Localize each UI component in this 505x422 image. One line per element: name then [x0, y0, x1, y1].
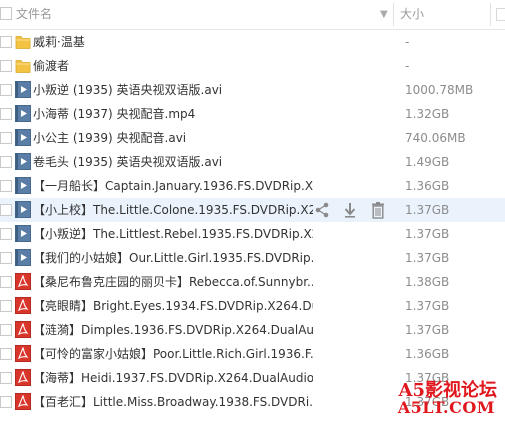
video-icon [15, 225, 31, 242]
download-icon[interactable] [342, 201, 358, 219]
file-size: 1000.78MB [405, 83, 474, 97]
sort-indicator-icon[interactable]: ▼ [380, 0, 388, 29]
video-icon [15, 129, 31, 146]
file-size: 1.32GB [405, 107, 450, 121]
file-name[interactable]: 【亮眼睛】Bright.Eyes.1934.FS.DVDRip.X264.Du.… [33, 294, 313, 318]
column-header-filename-label: 文件名 [16, 7, 53, 21]
folder-icon [15, 33, 31, 50]
next-column-edge [496, 8, 505, 21]
file-row[interactable]: 【可怜的富家小姑娘】Poor.Little.Rich.Girl.1936.F..… [0, 342, 505, 366]
file-name[interactable]: 偷渡者 [33, 54, 313, 78]
column-header-filename[interactable]: 文件名 ▼ [0, 0, 392, 29]
file-row[interactable]: 【小上校】The.Little.Colone.1935.FS.DVDRip.X2… [0, 198, 505, 222]
row-checkbox[interactable] [0, 276, 12, 288]
file-row[interactable]: 偷渡者 - [0, 54, 505, 78]
file-name[interactable]: 小海蒂 (1937) 央视配音.mp4 [33, 102, 313, 126]
column-header-size[interactable]: 大小 [400, 0, 424, 29]
pdf-icon [15, 273, 31, 290]
pdf-icon [15, 345, 31, 362]
row-checkbox[interactable] [0, 132, 12, 144]
file-name[interactable]: 【小叛逆】The.Littlest.Rebel.1935.FS.DVDRip.X… [33, 222, 313, 246]
video-icon [15, 177, 31, 194]
file-name[interactable]: 【一月船长】Captain.January.1936.FS.DVDRip.X..… [33, 174, 313, 198]
file-size: 1.37GB [405, 323, 450, 337]
file-row[interactable]: 【小叛逆】The.Littlest.Rebel.1935.FS.DVDRip.X… [0, 222, 505, 246]
file-name[interactable]: 【可怜的富家小姑娘】Poor.Little.Rich.Girl.1936.F..… [33, 342, 313, 366]
file-size: 1.36GB [405, 347, 450, 361]
row-checkbox[interactable] [0, 36, 12, 48]
row-checkbox[interactable] [0, 84, 12, 96]
file-size: - [405, 59, 410, 73]
row-checkbox[interactable] [0, 252, 12, 264]
file-size: 1.37GB [405, 203, 450, 217]
row-checkbox[interactable] [0, 348, 12, 360]
watermark-url: A5LT.COM [397, 398, 495, 417]
file-row[interactable]: 【桑尼布鲁克庄园的丽贝卡】Rebecca.of.Sunnybr... 1.38GB [0, 270, 505, 294]
row-checkbox[interactable] [0, 180, 12, 192]
row-checkbox[interactable] [0, 156, 12, 168]
file-size: - [405, 35, 410, 49]
file-row[interactable]: 【我们的小姑娘】Our.Little.Girl.1935.FS.DVDRip..… [0, 246, 505, 270]
share-icon[interactable] [314, 201, 330, 219]
file-name[interactable]: 【小上校】The.Little.Colone.1935.FS.DVDRip.X2… [33, 198, 313, 222]
video-icon [15, 105, 31, 122]
select-all-checkbox[interactable] [0, 7, 12, 20]
file-size: 1.37GB [405, 227, 450, 241]
file-row[interactable]: 【一月船长】Captain.January.1936.FS.DVDRip.X..… [0, 174, 505, 198]
file-row[interactable]: 小公主 (1939) 央视配音.avi 740.06MB [0, 126, 505, 150]
folder-icon [15, 57, 31, 74]
file-row[interactable]: 卷毛头 (1935) 英语央视双语版.avi 1.49GB [0, 150, 505, 174]
pdf-icon [15, 393, 31, 410]
file-row[interactable]: 【亮眼睛】Bright.Eyes.1934.FS.DVDRip.X264.Du.… [0, 294, 505, 318]
pdf-icon [15, 369, 31, 386]
file-name[interactable]: 小公主 (1939) 央视配音.avi [33, 126, 313, 150]
file-row[interactable]: 【涟漪】Dimples.1936.FS.DVDRip.X264.DualAu..… [0, 318, 505, 342]
row-checkbox[interactable] [0, 324, 12, 336]
video-icon [15, 201, 31, 218]
trash-icon[interactable] [370, 201, 386, 219]
file-size: 1.36GB [405, 179, 450, 193]
column-divider[interactable] [393, 3, 394, 26]
file-name[interactable]: 【涟漪】Dimples.1936.FS.DVDRip.X264.DualAu..… [33, 318, 313, 342]
row-checkbox[interactable] [0, 300, 12, 312]
file-list: 威莉·温基 - 偷渡者 - 小叛逆 (1935) 英语央视双语版.avi 1000.78M… [0, 30, 505, 414]
file-size: 1.37GB [405, 251, 450, 265]
row-checkbox[interactable] [0, 108, 12, 120]
row-checkbox[interactable] [0, 372, 12, 384]
pdf-icon [15, 297, 31, 314]
file-row[interactable]: 小海蒂 (1937) 央视配音.mp4 1.32GB [0, 102, 505, 126]
file-name[interactable]: 【海蒂】Heidi.1937.FS.DVDRip.X264.DualAudio.… [33, 366, 313, 390]
video-icon [15, 153, 31, 170]
file-row[interactable]: 威莉·温基 - [0, 30, 505, 54]
file-name[interactable]: 【百老汇】Little.Miss.Broadway.1938.FS.DVDRi.… [33, 390, 313, 414]
file-name[interactable]: 威莉·温基 [33, 30, 313, 54]
site-watermark: A5影视论坛 A5LT.COM [393, 376, 505, 422]
file-name[interactable]: 卷毛头 (1935) 英语央视双语版.avi [33, 150, 313, 174]
file-size: 1.38GB [405, 275, 450, 289]
row-checkbox[interactable] [0, 396, 12, 408]
video-icon [15, 81, 31, 98]
column-divider[interactable] [490, 3, 491, 26]
row-checkbox[interactable] [0, 204, 12, 216]
file-size: 1.49GB [405, 155, 450, 169]
file-size: 740.06MB [405, 131, 466, 145]
row-actions [314, 201, 386, 219]
file-list-header: 文件名 ▼ 大小 [0, 0, 505, 30]
row-checkbox[interactable] [0, 60, 12, 72]
file-name[interactable]: 【桑尼布鲁克庄园的丽贝卡】Rebecca.of.Sunnybr... [33, 270, 313, 294]
file-name[interactable]: 小叛逆 (1935) 英语央视双语版.avi [33, 78, 313, 102]
file-row[interactable]: 小叛逆 (1935) 英语央视双语版.avi 1000.78MB [0, 78, 505, 102]
video-icon [15, 249, 31, 266]
file-size: 1.37GB [405, 299, 450, 313]
row-checkbox[interactable] [0, 228, 12, 240]
pdf-icon [15, 321, 31, 338]
file-name[interactable]: 【我们的小姑娘】Our.Little.Girl.1935.FS.DVDRip..… [33, 246, 313, 270]
